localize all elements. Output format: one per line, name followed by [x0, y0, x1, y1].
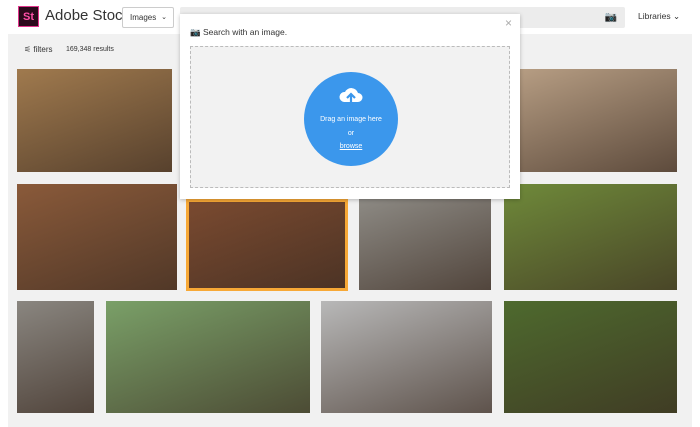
image-search-popup: × 📷 Search with an image. Drag an image …: [180, 14, 520, 199]
popup-title: 📷 Search with an image.: [190, 27, 287, 38]
image-drop-zone[interactable]: Drag an image here or browse: [190, 46, 510, 188]
or-text: or: [347, 130, 355, 137]
drag-text: Drag an image here: [320, 116, 382, 123]
close-icon[interactable]: ×: [505, 16, 512, 30]
browse-link[interactable]: browse: [304, 143, 398, 150]
cloud-upload-icon: [339, 88, 363, 107]
popup-title-text: Search with an image.: [202, 27, 288, 37]
upload-circle[interactable]: Drag an image here or browse: [304, 72, 398, 166]
camera-icon: 📷: [190, 27, 201, 37]
